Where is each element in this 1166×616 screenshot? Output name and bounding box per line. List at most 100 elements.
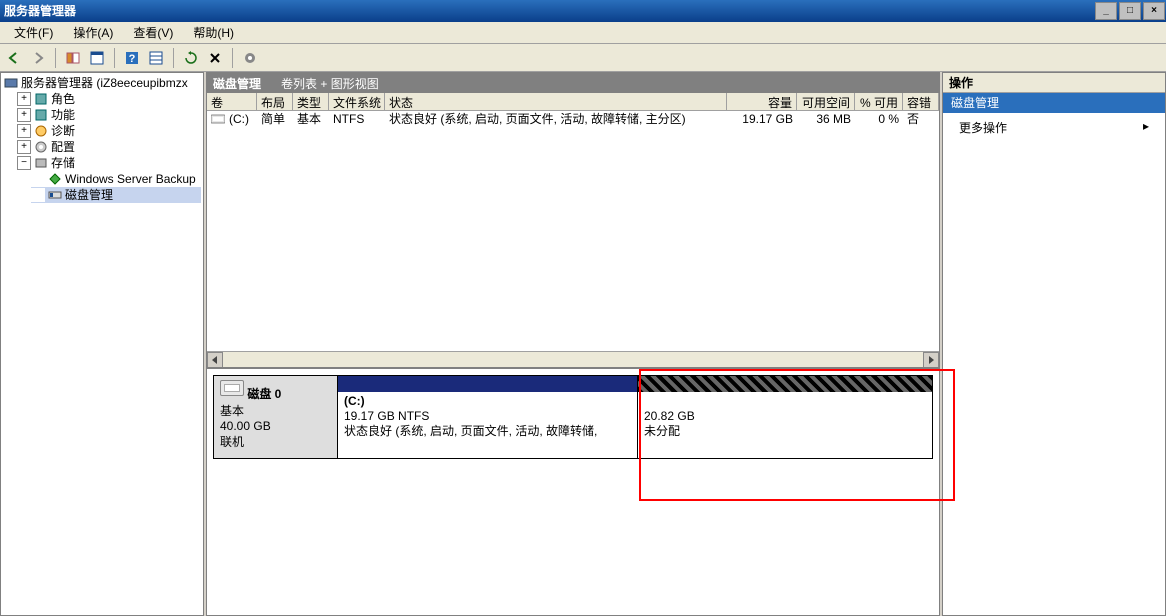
title-bar: 服务器管理器 _ □ × bbox=[0, 0, 1166, 22]
column-volume[interactable]: 卷 bbox=[207, 93, 257, 110]
tree-label: 配置 bbox=[51, 139, 75, 155]
chevron-right-icon: ▸ bbox=[1143, 119, 1149, 133]
disk-graphical-view: 磁盘 0 基本 40.00 GB 联机 (C:) 19.17 GB NTFS 状… bbox=[207, 367, 939, 615]
tree-item-windows-server-backup[interactable]: Windows Server Backup bbox=[31, 171, 201, 187]
roles-icon bbox=[33, 91, 49, 107]
maximize-button[interactable]: □ bbox=[1119, 2, 1141, 20]
storage-icon bbox=[33, 155, 49, 171]
menu-file[interactable]: 文件(F) bbox=[4, 22, 63, 43]
configuration-icon bbox=[33, 139, 49, 155]
actions-more-operations[interactable]: 更多操作 ▸ bbox=[943, 113, 1165, 142]
menu-action[interactable]: 操作(A) bbox=[63, 22, 123, 43]
view-list-icon[interactable] bbox=[146, 48, 166, 68]
menu-view[interactable]: 查看(V) bbox=[123, 22, 183, 43]
tree-item-disk-management[interactable]: 磁盘管理 bbox=[31, 187, 201, 203]
settings-icon[interactable] bbox=[240, 48, 260, 68]
expand-toggle-icon[interactable]: + bbox=[17, 92, 31, 106]
window-controls: _ □ × bbox=[1094, 0, 1166, 22]
help-icon[interactable]: ? bbox=[122, 48, 142, 68]
volume-type: 基本 bbox=[293, 111, 329, 127]
tree-label: 功能 bbox=[51, 107, 75, 123]
disk-info-panel[interactable]: 磁盘 0 基本 40.00 GB 联机 bbox=[214, 376, 338, 458]
close-button[interactable]: × bbox=[1143, 2, 1165, 20]
tree-label: 诊断 bbox=[51, 123, 75, 139]
column-layout[interactable]: 布局 bbox=[257, 93, 293, 110]
toolbar-separator bbox=[55, 48, 56, 68]
center-title: 磁盘管理 bbox=[213, 75, 261, 92]
svg-text:?: ? bbox=[129, 53, 136, 65]
partition-status: 状态良好 (系统, 启动, 页面文件, 活动, 故障转储, bbox=[344, 424, 631, 439]
partition-header-unallocated bbox=[638, 376, 932, 392]
diagnostics-icon bbox=[33, 123, 49, 139]
volume-fault: 否 bbox=[903, 111, 939, 127]
toolbar-separator bbox=[173, 48, 174, 68]
center-header: 磁盘管理 卷列表 + 图形视图 bbox=[207, 73, 939, 93]
tree-item-roles[interactable]: + 角色 bbox=[17, 91, 201, 107]
toolbar-separator bbox=[232, 48, 233, 68]
disk-icon bbox=[220, 380, 244, 396]
back-arrow-icon[interactable] bbox=[4, 48, 24, 68]
disk-status: 联机 bbox=[220, 435, 244, 449]
center-subtitle: 卷列表 + 图形视图 bbox=[281, 75, 379, 92]
minimize-button[interactable]: _ bbox=[1095, 2, 1117, 20]
column-filesystem[interactable]: 文件系统 bbox=[329, 93, 385, 110]
tool-bar: ? bbox=[0, 44, 1166, 72]
partition-c[interactable]: (C:) 19.17 GB NTFS 状态良好 (系统, 启动, 页面文件, 活… bbox=[338, 376, 638, 458]
toolbar-separator bbox=[114, 48, 115, 68]
column-pctfree[interactable]: % 可用 bbox=[855, 93, 903, 110]
backup-icon bbox=[47, 171, 63, 187]
collapse-toggle-icon[interactable]: − bbox=[17, 156, 31, 170]
features-icon bbox=[33, 107, 49, 123]
column-faulttolerance[interactable]: 容错 bbox=[903, 93, 939, 110]
server-icon bbox=[3, 75, 19, 91]
delete-icon[interactable] bbox=[205, 48, 225, 68]
unallocated-size: 20.82 GB bbox=[644, 409, 926, 424]
tree-item-configuration[interactable]: + 配置 bbox=[17, 139, 201, 155]
tree-label: 角色 bbox=[51, 91, 75, 107]
partition-header-primary bbox=[338, 376, 637, 392]
column-status[interactable]: 状态 bbox=[385, 93, 727, 110]
volume-row-c[interactable]: (C:) 简单 基本 NTFS 状态良好 (系统, 启动, 页面文件, 活动, … bbox=[207, 111, 939, 127]
scroll-left-icon[interactable] bbox=[207, 352, 223, 368]
volume-layout: 简单 bbox=[257, 111, 293, 127]
column-type[interactable]: 类型 bbox=[293, 93, 329, 110]
tree-item-storage[interactable]: − 存储 bbox=[17, 155, 201, 171]
tree-item-diagnostics[interactable]: + 诊断 bbox=[17, 123, 201, 139]
scroll-right-icon[interactable] bbox=[923, 352, 939, 368]
partition-size-fs: 19.17 GB NTFS bbox=[344, 409, 631, 424]
horizontal-scrollbar[interactable] bbox=[207, 351, 939, 367]
expand-toggle-icon[interactable]: + bbox=[17, 108, 31, 122]
tree-item-features[interactable]: + 功能 bbox=[17, 107, 201, 123]
properties-icon[interactable] bbox=[87, 48, 107, 68]
volume-list: (C:) 简单 基本 NTFS 状态良好 (系统, 启动, 页面文件, 活动, … bbox=[207, 111, 939, 351]
disk-size: 40.00 GB bbox=[220, 419, 271, 433]
actions-pane-header: 操作 bbox=[943, 73, 1165, 93]
show-hide-tree-icon[interactable] bbox=[63, 48, 83, 68]
tree-root-label: 服务器管理器 (iZ8eeceupibmzx bbox=[21, 75, 188, 91]
disk-management-icon bbox=[47, 187, 63, 203]
tree-label: 磁盘管理 bbox=[65, 187, 113, 203]
partition-unallocated[interactable]: 20.82 GB 未分配 bbox=[638, 376, 932, 458]
tree-label: 存储 bbox=[51, 155, 75, 171]
main-area: 服务器管理器 (iZ8eeceupibmzx + 角色 + 功能 bbox=[0, 72, 1166, 616]
refresh-icon[interactable] bbox=[181, 48, 201, 68]
volume-free: 36 MB bbox=[797, 111, 855, 127]
tree-root-server-manager[interactable]: 服务器管理器 (iZ8eeceupibmzx bbox=[3, 75, 201, 91]
menu-bar: 文件(F) 操作(A) 查看(V) 帮助(H) bbox=[0, 22, 1166, 44]
expand-toggle-icon[interactable]: + bbox=[17, 140, 31, 154]
column-freespace[interactable]: 可用空间 bbox=[797, 93, 855, 110]
volume-capacity: 19.17 GB bbox=[727, 111, 797, 127]
column-capacity[interactable]: 容量 bbox=[727, 93, 797, 110]
forward-arrow-icon[interactable] bbox=[28, 48, 48, 68]
unallocated-label: 未分配 bbox=[644, 424, 926, 439]
window-title: 服务器管理器 bbox=[4, 0, 76, 22]
volume-status: 状态良好 (系统, 启动, 页面文件, 活动, 故障转储, 主分区) bbox=[385, 111, 727, 127]
menu-help[interactable]: 帮助(H) bbox=[183, 22, 244, 43]
volume-list-header: 卷 布局 类型 文件系统 状态 容量 可用空间 % 可用 容错 bbox=[207, 93, 939, 111]
tree-label: Windows Server Backup bbox=[65, 171, 196, 187]
disk-0-block: 磁盘 0 基本 40.00 GB 联机 (C:) 19.17 GB NTFS 状… bbox=[213, 375, 933, 459]
actions-section-diskmgmt: 磁盘管理 bbox=[943, 93, 1165, 113]
volume-fs: NTFS bbox=[329, 111, 385, 127]
expand-toggle-icon[interactable]: + bbox=[17, 124, 31, 138]
navigation-tree: 服务器管理器 (iZ8eeceupibmzx + 角色 + 功能 bbox=[0, 72, 204, 616]
